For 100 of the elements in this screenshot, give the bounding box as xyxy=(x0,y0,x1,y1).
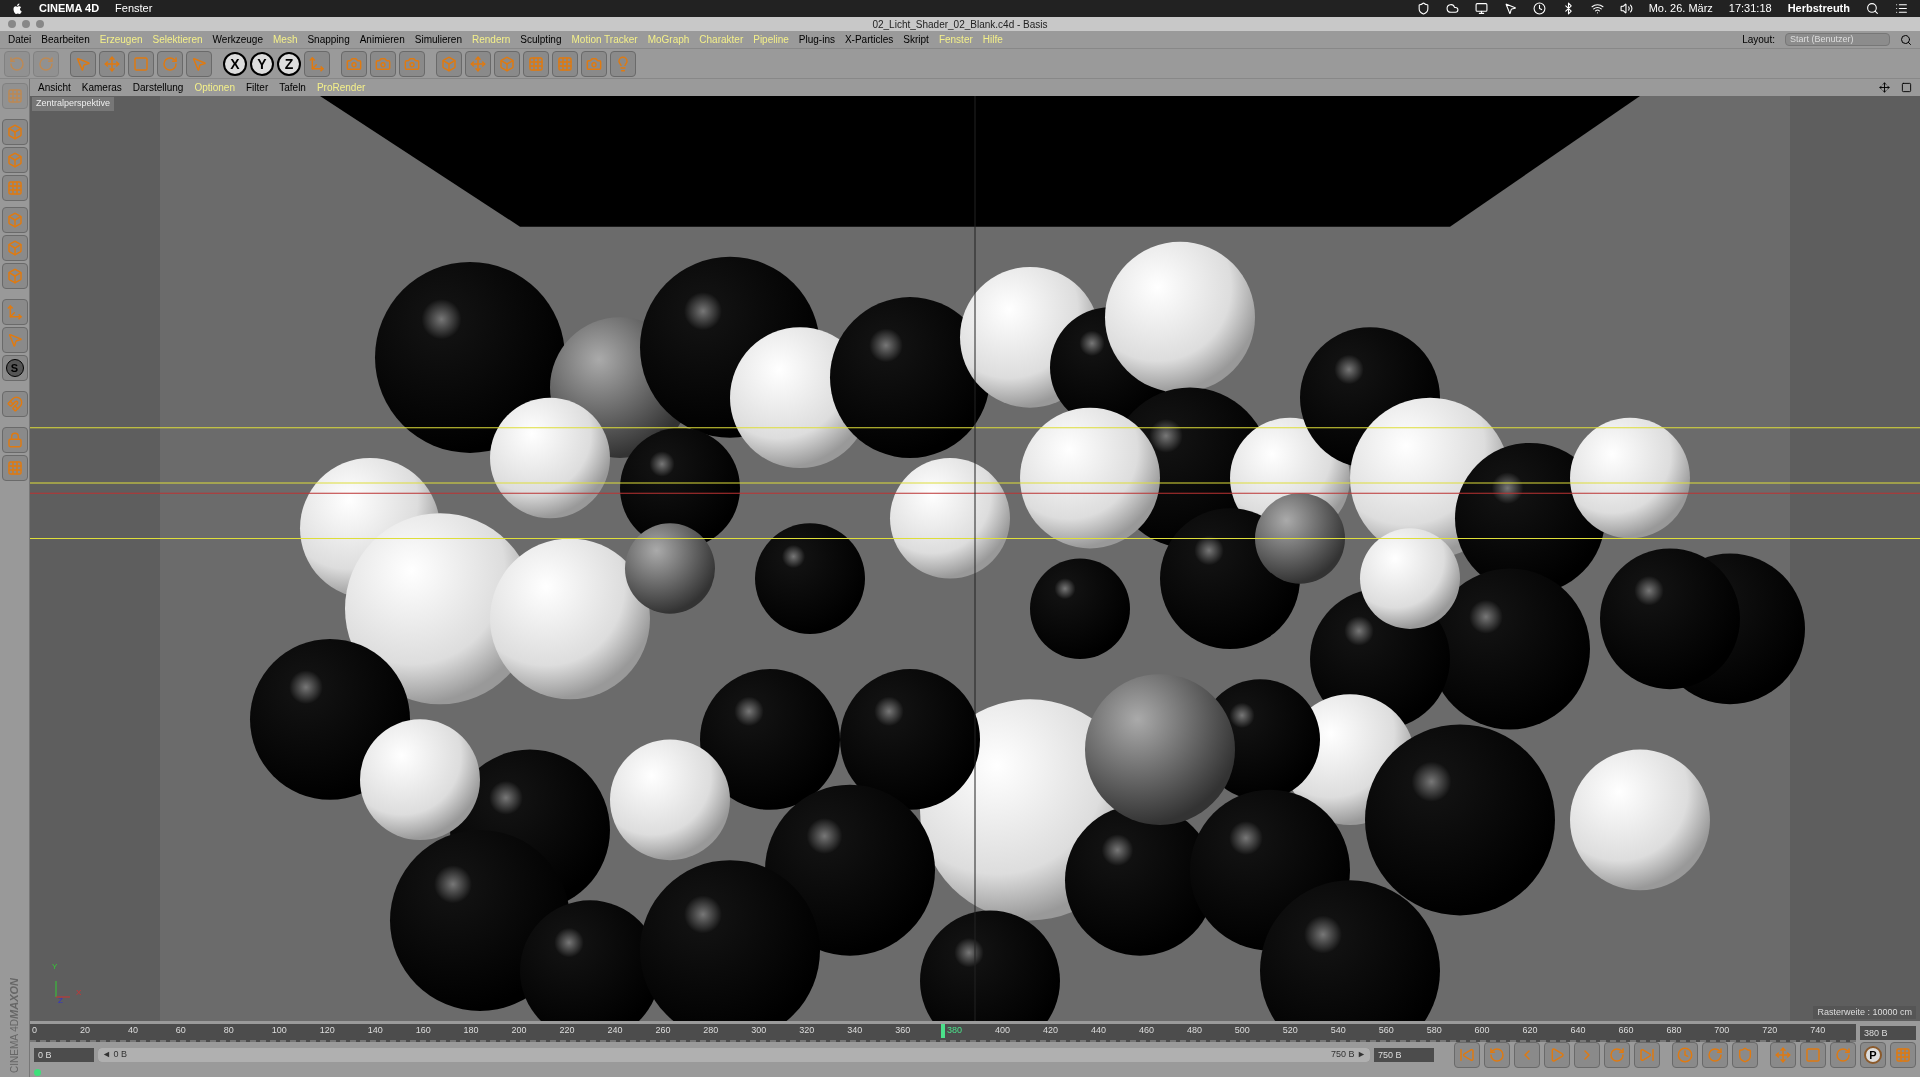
menu-item[interactable]: X-Particles xyxy=(844,32,894,47)
axis-button[interactable]: Y xyxy=(250,51,274,76)
start-frame-field[interactable]: 0 B xyxy=(34,1048,94,1062)
app-menu[interactable]: CINEMA 4D xyxy=(39,0,100,17)
axis-button[interactable]: Z xyxy=(277,51,301,76)
step-back-icon[interactable] xyxy=(1514,1042,1540,1068)
timeline-tick-label: 540 xyxy=(1329,1024,1347,1037)
cube-icon[interactable] xyxy=(436,50,462,77)
view-menu-item[interactable]: Darstellung xyxy=(132,80,184,95)
current-frame-field[interactable]: 380 B xyxy=(1860,1026,1916,1040)
shield-icon[interactable] xyxy=(1416,2,1430,15)
skip-back-icon[interactable] xyxy=(1454,1042,1480,1068)
timeline-tick-label: 340 xyxy=(846,1024,864,1037)
view-menu-item[interactable]: Kameras xyxy=(81,80,122,95)
cube-icon[interactable] xyxy=(1,235,28,261)
axis-icon[interactable] xyxy=(304,50,330,77)
timeline-tick-label: 600 xyxy=(1473,1024,1491,1037)
menu-item[interactable]: Plug-ins xyxy=(798,32,835,47)
z-axis-label: Z xyxy=(58,995,63,1007)
view-menu-item[interactable]: Filter xyxy=(246,80,269,95)
timeline-tick-label: 200 xyxy=(510,1024,528,1037)
timeline-tick-label: 100 xyxy=(270,1024,288,1037)
grid-icon[interactable] xyxy=(552,50,578,77)
list-icon[interactable] xyxy=(1895,2,1908,15)
menu-bar-user[interactable]: Herbstreuth xyxy=(1787,0,1850,17)
search-icon[interactable] xyxy=(1866,2,1879,15)
menu-bar-time[interactable]: 17:31:18 xyxy=(1728,0,1772,17)
timeline-tick-label: 520 xyxy=(1281,1024,1299,1037)
timeline-tick-label: 40 xyxy=(126,1024,139,1037)
menu-item[interactable]: Simulieren xyxy=(414,32,462,47)
timeline-tick-label: 500 xyxy=(1233,1024,1251,1037)
end-frame-field[interactable]: 750 B xyxy=(1374,1048,1434,1062)
close-button[interactable] xyxy=(8,20,16,28)
grid-icon[interactable] xyxy=(1,455,28,481)
timeline-tick-label: 720 xyxy=(1761,1024,1779,1037)
rotate-icon[interactable] xyxy=(157,50,183,77)
menu-bar-date[interactable]: Mo. 26. März xyxy=(1648,0,1713,17)
timeline-tick-label: 700 xyxy=(1713,1024,1731,1037)
apple-logo-icon[interactable] xyxy=(12,2,23,15)
skip-forward-icon[interactable] xyxy=(1634,1042,1660,1068)
scale-icon[interactable] xyxy=(1800,1042,1826,1068)
search-icon[interactable] xyxy=(1900,33,1912,46)
grid-icon[interactable] xyxy=(1890,1042,1916,1068)
layout-label: Layout: xyxy=(1742,33,1775,47)
wifi-icon[interactable] xyxy=(1590,2,1604,15)
move-icon[interactable] xyxy=(99,50,125,77)
cube-icon[interactable] xyxy=(1,263,28,289)
minimize-button[interactable] xyxy=(22,20,30,28)
menu-item[interactable]: Datei xyxy=(8,32,32,47)
axis-button[interactable]: X xyxy=(223,51,247,76)
light-bulb-icon[interactable] xyxy=(610,50,636,77)
lock-icon[interactable] xyxy=(1,427,28,453)
cube-icon[interactable] xyxy=(1,207,28,233)
cloud-icon[interactable] xyxy=(1445,2,1459,15)
timeline-tick-label: 360 xyxy=(894,1024,912,1037)
menu-item[interactable]: Bearbeiten xyxy=(41,32,90,47)
timeline-tick-label: 620 xyxy=(1521,1024,1539,1037)
volume-icon[interactable] xyxy=(1619,2,1633,15)
pointer-icon[interactable] xyxy=(1503,2,1517,15)
grid-icon[interactable] xyxy=(1,175,28,201)
menu-item[interactable]: Werkzeuge xyxy=(212,32,263,47)
timeline-tick-label: 640 xyxy=(1569,1024,1587,1037)
move-icon[interactable] xyxy=(1770,1042,1796,1068)
timeline-tick-label: 160 xyxy=(414,1024,432,1037)
menu-item[interactable]: Skript xyxy=(903,32,929,47)
scale-icon[interactable] xyxy=(128,50,154,77)
menu-item[interactable]: Sculpting xyxy=(520,32,562,47)
y-axis-label: Y xyxy=(52,961,58,973)
magnet-icon[interactable] xyxy=(1,391,28,417)
rotate-icon[interactable] xyxy=(1830,1042,1856,1068)
timeline-tick-label: 420 xyxy=(1042,1024,1060,1037)
range-end-label: 750 B ► xyxy=(1331,1048,1366,1062)
camera-icon[interactable] xyxy=(581,50,607,77)
menu-item[interactable]: Snapping xyxy=(307,32,350,47)
x-axis-label: X xyxy=(76,987,82,999)
timeline-tick-label: 740 xyxy=(1809,1024,1827,1037)
cube-icon[interactable] xyxy=(1,119,28,145)
menu-item[interactable]: Animieren xyxy=(359,32,405,47)
cube-icon[interactable] xyxy=(1,147,28,173)
timeline-tick-label: 60 xyxy=(174,1024,187,1037)
view-menu-item[interactable]: Ansicht xyxy=(38,80,71,95)
axis-icon[interactable] xyxy=(1,299,28,325)
menu-item[interactable]: Fenster xyxy=(115,0,153,17)
step-forward-icon[interactable] xyxy=(1574,1042,1600,1068)
timeline-tick-label: 320 xyxy=(798,1024,816,1037)
zoom-button[interactable] xyxy=(36,20,44,28)
move-view-icon[interactable] xyxy=(1879,82,1890,93)
grid-spacing-label: Rasterweite : 10000 cm xyxy=(1813,1005,1916,1019)
timeline-ruler[interactable]: 0 20 40 60 80 100 120 140 160 180 200 220 240 260 280 300 320 340 360 380 400 420 440 460 480 500 520 540 560 580 600 620 640 660 680 700 720 740 xyxy=(30,1024,1856,1042)
grid-icon[interactable] xyxy=(523,50,549,77)
parameter-key-button[interactable]: P xyxy=(1860,1042,1886,1068)
display-icon[interactable] xyxy=(1474,2,1488,15)
play-icon[interactable] xyxy=(1544,1042,1570,1068)
maximize-view-icon[interactable] xyxy=(1901,82,1912,93)
camera-label[interactable]: Zentralperspektive xyxy=(32,97,115,111)
timeline-tick-label: 180 xyxy=(462,1024,480,1037)
range-slider[interactable]: ◄ 0 B 750 B ► xyxy=(98,1048,1370,1062)
cube-icon[interactable] xyxy=(494,50,520,77)
view-menu-item[interactable]: Tafeln xyxy=(279,80,306,95)
clock-icon[interactable] xyxy=(1532,2,1546,15)
